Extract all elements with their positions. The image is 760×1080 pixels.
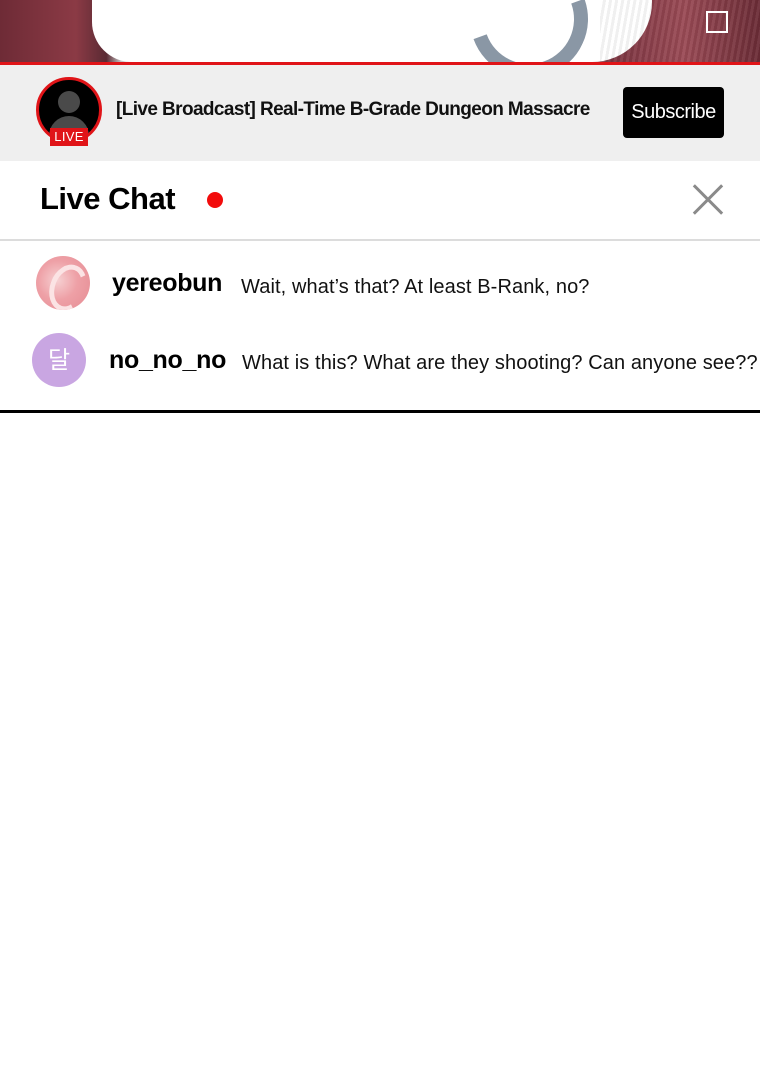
user-avatar[interactable]: 달 bbox=[32, 333, 86, 387]
user-icon-head bbox=[58, 91, 80, 113]
chat-bottom-divider bbox=[0, 410, 760, 413]
chat-header: Live Chat bbox=[0, 161, 760, 241]
fullscreen-icon[interactable] bbox=[706, 11, 728, 33]
chat-message-text: Wait, what’s that? At least B-Rank, no? bbox=[241, 276, 590, 298]
live-indicator-dot bbox=[207, 192, 223, 208]
chat-message: yereobun Wait, what’s that? At least B-R… bbox=[0, 255, 760, 315]
chat-title: Live Chat bbox=[40, 181, 176, 216]
avatar-swirl bbox=[42, 259, 90, 310]
video-player[interactable] bbox=[0, 0, 760, 62]
chat-username[interactable]: no_no_no bbox=[109, 346, 226, 375]
subscribe-button[interactable]: Subscribe bbox=[623, 87, 724, 138]
chat-message-text: What is this? What are they shooting? Ca… bbox=[242, 352, 758, 374]
close-icon[interactable] bbox=[692, 183, 724, 215]
chat-message: 달 no_no_no What is this? What are they s… bbox=[0, 331, 760, 391]
video-frame-texture bbox=[600, 0, 760, 62]
chat-username[interactable]: yereobun bbox=[112, 269, 222, 298]
user-avatar[interactable] bbox=[36, 256, 90, 310]
broadcast-title: [Live Broadcast] Real-Time B-Grade Dunge… bbox=[116, 99, 590, 120]
live-badge: LIVE bbox=[50, 128, 88, 146]
channel-bar: LIVE [Live Broadcast] Real-Time B-Grade … bbox=[0, 65, 760, 161]
